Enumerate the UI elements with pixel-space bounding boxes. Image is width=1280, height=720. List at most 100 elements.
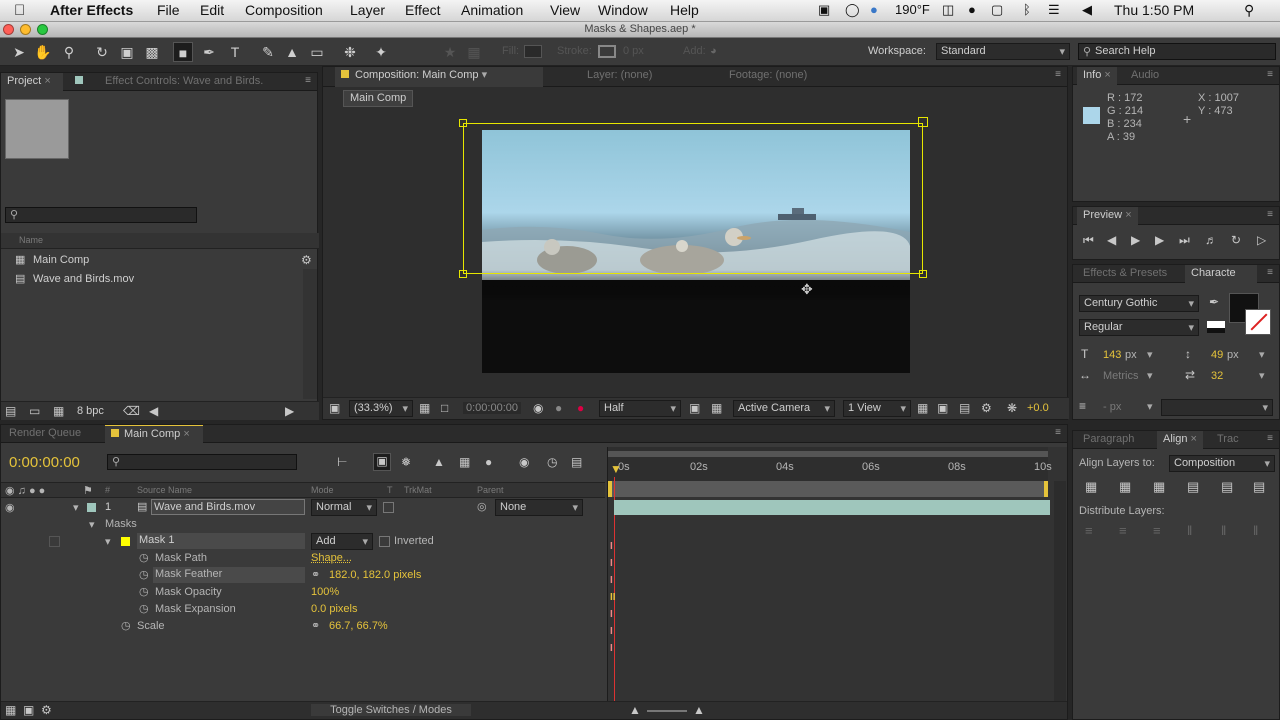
masks-group-row[interactable]: ▾ Masks	[1, 516, 605, 533]
menu-window[interactable]: Window	[598, 2, 648, 18]
work-area-bar[interactable]	[608, 451, 1048, 457]
spotlight-search-icon[interactable]: ⚲	[1244, 2, 1254, 19]
new-comp-icon[interactable]: ▦	[53, 404, 64, 418]
panel-menu-icon[interactable]: ≡	[305, 75, 311, 86]
new-folder-icon[interactable]: ▭	[29, 404, 40, 418]
stroke-order-dropdown[interactable]	[1161, 399, 1273, 416]
interpret-footage-icon[interactable]: ▤	[5, 404, 16, 418]
scroll-left-icon[interactable]: ◀	[149, 404, 158, 418]
clone-stamp-tool-icon[interactable]: ▲	[282, 42, 302, 62]
draft-3d-icon[interactable]: ❅	[401, 455, 411, 469]
distribute-bottom-icon[interactable]: ≡	[1153, 523, 1161, 538]
current-time-display[interactable]: 0:00:00:00	[463, 402, 521, 414]
project-scrollbar[interactable]	[303, 269, 317, 399]
add-menu-icon[interactable]: ◕	[710, 45, 717, 57]
tab-preview[interactable]: Preview ×	[1077, 207, 1138, 225]
panel-menu-icon[interactable]: ≡	[1267, 69, 1273, 80]
tab-align[interactable]: Align ×	[1157, 431, 1203, 449]
av-features-icon[interactable]: ◉ ♫ ● ●	[5, 484, 45, 497]
distribute-right-icon[interactable]: ‖	[1253, 523, 1258, 538]
tab-effect-controls[interactable]: Effect Controls: Wave and Birds.	[67, 73, 307, 91]
stopwatch-icon[interactable]: ◷	[139, 585, 149, 598]
panel-menu-icon[interactable]: ≡	[1267, 267, 1273, 278]
keyframe-marker[interactable]: I	[610, 558, 613, 569]
property-value[interactable]: 0.0 pixels	[311, 603, 357, 615]
keyframe-marker[interactable]: I	[610, 575, 613, 586]
eraser-tool-icon[interactable]: ▭	[307, 42, 327, 62]
type-tool-icon[interactable]: T	[225, 42, 245, 62]
video-visibility-icon[interactable]: ◉	[5, 501, 15, 514]
mask-vertex-handle[interactable]	[459, 119, 467, 127]
tab-main-comp[interactable]: Main Comp ×	[105, 425, 203, 443]
constrain-proportions-icon[interactable]: ⚭	[311, 568, 320, 581]
timeline-scrollbar[interactable]	[1054, 481, 1066, 719]
distribute-left-icon[interactable]: ‖	[1187, 523, 1192, 538]
keyframe-marker[interactable]: I	[610, 541, 613, 552]
frame-blending-icon[interactable]: ▦	[459, 455, 470, 469]
rectangle-tool-icon[interactable]: ■	[173, 42, 193, 62]
bpc-toggle[interactable]: 8 bpc	[77, 405, 104, 417]
property-value[interactable]: 66.7, 66.7%	[329, 620, 388, 632]
scroll-right-icon[interactable]: ▶	[285, 404, 294, 418]
menu-composition[interactable]: Composition	[245, 2, 323, 18]
layer-duration-bar[interactable]	[614, 500, 1050, 515]
zoom-out-icon[interactable]: ▲	[629, 703, 641, 717]
tab-footage[interactable]: Footage: (none)	[723, 67, 813, 87]
channel-icon[interactable]: ●	[577, 401, 584, 415]
property-row[interactable]: ◷ Mask Expansion 0.0 pixels	[1, 601, 605, 618]
mask-vertex-handle[interactable]	[918, 117, 928, 127]
stroke-swatch[interactable]	[598, 45, 616, 58]
property-value[interactable]: 182.0, 182.0 pixels	[329, 569, 421, 581]
brush-tool-icon[interactable]: ✎	[258, 42, 278, 62]
puppet-pin-tool-icon[interactable]: ✦	[371, 42, 391, 62]
kerning-value[interactable]: Metrics	[1103, 370, 1138, 382]
time-graph[interactable]: 0s 02s 04s 06s 08s 10s ▼ I I I II I I I	[607, 447, 1067, 719]
trash-icon[interactable]: ⌫	[123, 404, 140, 418]
live-update-icon[interactable]: ▣	[373, 453, 391, 471]
loop-icon[interactable]: ↻	[1231, 233, 1241, 247]
expand-layer-icon[interactable]: ▾	[73, 501, 79, 514]
distribute-horizontal-center-icon[interactable]: ‖	[1221, 523, 1226, 538]
stroke-width-unit[interactable]: - px	[1103, 401, 1121, 413]
tab-character[interactable]: Characte	[1185, 265, 1257, 283]
panel-menu-icon[interactable]: ≡	[1055, 69, 1061, 80]
camera-tool-icon[interactable]: ▣	[117, 42, 137, 62]
align-bottom-icon[interactable]: ▤	[1253, 479, 1265, 495]
mask-visibility-icon[interactable]: □	[441, 401, 448, 415]
column-name[interactable]: Name	[19, 235, 43, 245]
zoom-in-icon[interactable]: ▲	[693, 703, 705, 717]
property-value[interactable]: Shape...	[311, 552, 352, 564]
transparency-grid-icon[interactable]: ▦	[711, 401, 722, 415]
graph-editor-icon[interactable]: ▤	[571, 455, 582, 469]
align-top-icon[interactable]: ▤	[1187, 479, 1199, 495]
keyframe-marker[interactable]: I	[610, 609, 613, 620]
fill-swatch[interactable]	[524, 45, 542, 58]
menu-view[interactable]: View	[550, 2, 580, 18]
toggle-pixel-aspect-icon[interactable]: ▦	[917, 401, 928, 415]
pan-behind-tool-icon[interactable]: ▩	[142, 42, 162, 62]
clock[interactable]: Thu 1:50 PM	[1114, 2, 1194, 18]
play-icon[interactable]: ▶	[1131, 233, 1140, 247]
roto-brush-tool-icon[interactable]: ❉	[340, 42, 360, 62]
tab-audio[interactable]: Audio	[1125, 67, 1165, 85]
leading-dropdown-icon[interactable]: ▾	[1259, 348, 1265, 361]
menu-help[interactable]: Help	[670, 2, 699, 18]
project-search-input[interactable]: ⚲	[5, 207, 197, 223]
stopwatch-icon[interactable]: ◷	[139, 551, 149, 564]
mask-outline[interactable]	[463, 123, 923, 274]
keyframe-marker[interactable]: I	[610, 626, 613, 637]
align-to-dropdown[interactable]: Composition	[1169, 455, 1275, 472]
tab-composition[interactable]: Composition: Main Comp ▾	[335, 67, 543, 87]
camera-view-dropdown[interactable]: Active Camera	[733, 400, 835, 417]
keyframe-marker[interactable]: I	[610, 643, 613, 654]
column-trkmat[interactable]: TrkMat	[404, 485, 432, 495]
mask-vertex-handle[interactable]	[919, 270, 927, 278]
tab-effects-presets[interactable]: Effects & Presets	[1077, 265, 1173, 283]
safe-zones-icon[interactable]: ▦	[419, 401, 430, 415]
expand-mask-icon[interactable]: ▾	[105, 535, 111, 548]
layer-name[interactable]: Wave and Birds.mov	[151, 499, 305, 515]
exposure-reset-icon[interactable]: ❋	[1007, 401, 1017, 415]
work-area-end-handle[interactable]	[1044, 481, 1048, 497]
parent-dropdown[interactable]: None	[495, 499, 583, 516]
cpu-status-icon[interactable]: ◫	[942, 2, 954, 18]
